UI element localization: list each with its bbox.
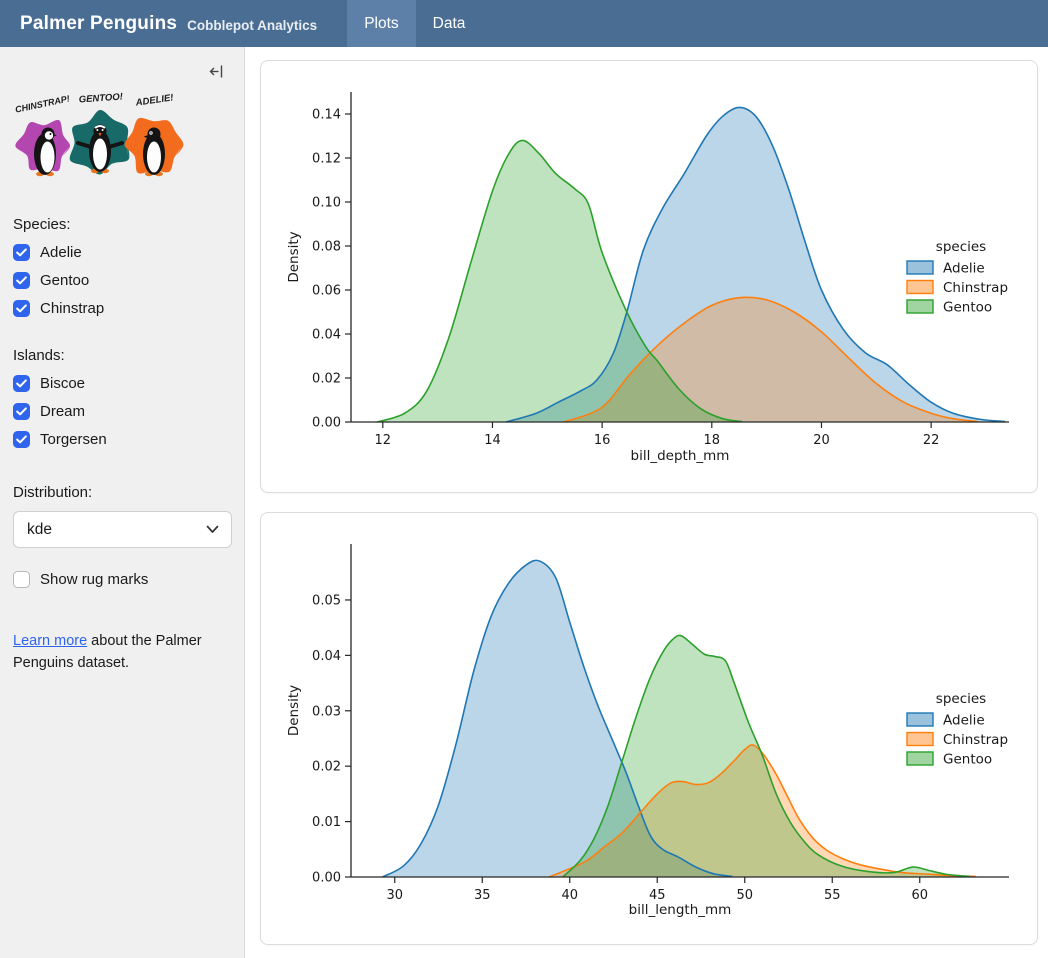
checkbox-label: Gentoo (40, 272, 89, 289)
check-icon (16, 248, 27, 257)
svg-text:ADELIE!: ADELIE! (134, 92, 174, 108)
svg-text:GENTOO!: GENTOO! (78, 91, 123, 105)
svg-text:35: 35 (474, 888, 491, 903)
checkbox-box[interactable] (13, 272, 30, 289)
checkbox-island-torgersen[interactable]: Torgersen (13, 431, 231, 448)
dataset-note: Learn more about the Palmer Penguins dat… (13, 630, 218, 674)
svg-text:55: 55 (824, 888, 841, 903)
check-icon (16, 276, 27, 285)
tab-data-label: Data (433, 15, 466, 33)
svg-text:0.06: 0.06 (312, 284, 341, 299)
checkbox-label: Dream (40, 403, 85, 420)
svg-text:bill_depth_mm: bill_depth_mm (631, 448, 730, 464)
checkbox-box[interactable] (13, 375, 30, 392)
tab-data[interactable]: Data (416, 0, 483, 47)
svg-text:0.14: 0.14 (312, 108, 341, 123)
svg-text:species: species (936, 239, 986, 255)
svg-text:50: 50 (736, 888, 753, 903)
sidebar: CHINSTRAP! GENTOO! ADELIE! Species: Adelie… (0, 47, 245, 958)
svg-text:bill_length_mm: bill_length_mm (629, 902, 732, 918)
checkbox-species-gentoo[interactable]: Gentoo (13, 272, 231, 289)
svg-text:Density: Density (286, 685, 302, 736)
svg-text:40: 40 (561, 888, 578, 903)
svg-text:Chinstrap: Chinstrap (943, 280, 1008, 296)
checkbox-label: Show rug marks (40, 571, 148, 588)
checkbox-box[interactable] (13, 244, 30, 261)
tab-plots-label: Plots (364, 15, 398, 33)
svg-text:Density: Density (286, 231, 302, 282)
species-filter-label: Species: (13, 216, 231, 233)
checkbox-label: Biscoe (40, 375, 85, 392)
checkbox-box[interactable] (13, 300, 30, 317)
svg-text:0.05: 0.05 (312, 593, 341, 608)
kde-plot-bill-depth: 12 14 16 18 20 22 0.00 0.02 0.04 0.06 0.08 0.10 0.12… (261, 61, 1037, 492)
check-icon (16, 379, 27, 388)
checkbox-island-dream[interactable]: Dream (13, 403, 231, 420)
app-title: Palmer Penguins (20, 13, 177, 35)
svg-text:20: 20 (813, 433, 830, 448)
svg-text:0.01: 0.01 (312, 815, 341, 830)
svg-text:0.08: 0.08 (312, 240, 341, 255)
distribution-label: Distribution: (13, 484, 231, 501)
artwork-label: CHINSTRAP! (15, 93, 71, 114)
kde-plot-bill-length: 30 35 40 45 50 55 60 0.00 0.01 0.02 0.03 0.04 0.05 bi… (261, 513, 1037, 944)
svg-text:45: 45 (649, 888, 666, 903)
svg-text:16: 16 (594, 433, 611, 448)
svg-text:0.02: 0.02 (312, 760, 341, 775)
card-bill-length-plot: 30 35 40 45 50 55 60 0.00 0.01 0.02 0.03 0.04 0.05 bi… (260, 512, 1038, 945)
chevron-down-icon (206, 525, 219, 534)
penguin-artwork: CHINSTRAP! GENTOO! ADELIE! (15, 91, 185, 183)
check-icon (16, 435, 27, 444)
svg-text:60: 60 (911, 888, 928, 903)
svg-text:Chinstrap: Chinstrap (943, 732, 1008, 748)
svg-text:0.12: 0.12 (312, 152, 341, 167)
checkbox-label: Torgersen (40, 431, 107, 448)
svg-text:Adelie: Adelie (943, 713, 985, 729)
checkbox-label: Chinstrap (40, 300, 104, 317)
check-icon (16, 407, 27, 416)
svg-text:Gentoo: Gentoo (943, 300, 992, 316)
checkbox-species-chinstrap[interactable]: Chinstrap (13, 300, 231, 317)
navbar-brand: Palmer Penguins Cobblepot Analytics (0, 0, 317, 47)
svg-text:22: 22 (923, 433, 940, 448)
svg-text:species: species (936, 691, 986, 707)
sidebar-collapse-button[interactable] (208, 59, 225, 83)
tab-plots[interactable]: Plots (347, 0, 415, 47)
svg-text:0.03: 0.03 (312, 704, 341, 719)
checkbox-species-adelie[interactable]: Adelie (13, 244, 231, 261)
checkbox-box[interactable] (13, 431, 30, 448)
card-bill-depth-plot: 12 14 16 18 20 22 0.00 0.02 0.04 0.06 0.08 0.10 0.12… (260, 60, 1038, 493)
checkbox-box[interactable] (13, 571, 30, 588)
svg-text:12: 12 (375, 433, 392, 448)
svg-text:18: 18 (704, 433, 721, 448)
navbar: Palmer Penguins Cobblepot Analytics Plot… (0, 0, 1048, 47)
checkbox-show-rug-marks[interactable]: Show rug marks (13, 571, 231, 588)
svg-text:14: 14 (484, 433, 501, 448)
collapse-arrow-icon (208, 63, 225, 80)
svg-text:0.04: 0.04 (312, 649, 341, 664)
islands-filter-label: Islands: (13, 347, 231, 364)
distribution-select[interactable]: kde (13, 511, 232, 548)
check-icon (16, 304, 27, 313)
learn-more-link[interactable]: Learn more (13, 633, 87, 649)
svg-text:0.00: 0.00 (312, 871, 341, 886)
svg-text:0.00: 0.00 (312, 416, 341, 431)
checkbox-box[interactable] (13, 403, 30, 420)
checkbox-island-biscoe[interactable]: Biscoe (13, 375, 231, 392)
svg-text:0.02: 0.02 (312, 372, 341, 387)
svg-text:0.10: 0.10 (312, 196, 341, 211)
distribution-select-value: kde (27, 521, 52, 539)
svg-text:30: 30 (386, 888, 403, 903)
svg-text:0.04: 0.04 (312, 328, 341, 343)
navbar-tabs: Plots Data (347, 0, 482, 47)
checkbox-label: Adelie (40, 244, 82, 261)
svg-text:Adelie: Adelie (943, 261, 985, 277)
svg-text:Gentoo: Gentoo (943, 752, 992, 768)
app-subtitle: Cobblepot Analytics (187, 18, 317, 33)
